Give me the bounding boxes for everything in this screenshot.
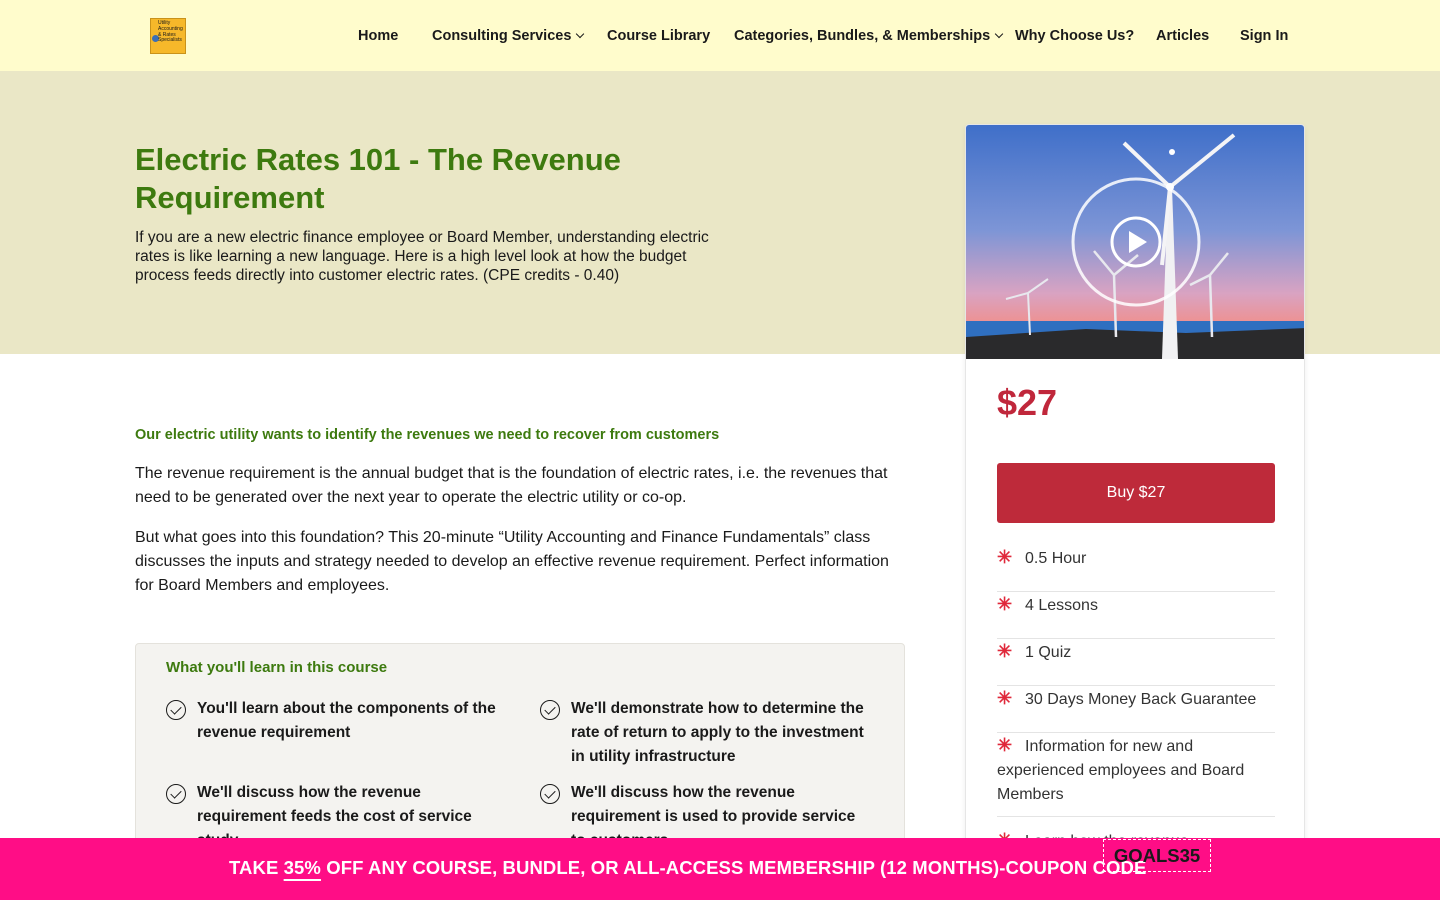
asterisk-icon: ✳ [997,641,1013,661]
page-title: Electric Rates 101 - The Revenue Require… [135,142,621,215]
nav-articles-label: Articles [1156,27,1210,44]
nav-consulting-label: Consulting Services [432,27,572,44]
feature-label: 0.5 Hour [1025,550,1087,567]
promo-text-after: OFF ANY COURSE, BUNDLE, OR ALL-ACCESS ME… [320,857,1147,878]
check-circle-icon [540,700,560,720]
feature-label: 30 Days Money Back Guarantee [1025,691,1257,708]
wind-turbine-image [966,125,1304,359]
chevron-down-icon [994,29,1004,38]
learn-item: We'll demonstrate how to determine the r… [571,700,864,765]
check-circle-icon [166,784,186,804]
feature-label: Information for new and experienced empl… [997,738,1245,803]
feature-item: ✳ 30 Days Money Back Guarantee [997,686,1275,733]
price: $27 [997,382,1058,423]
nav-consulting-services[interactable]: Consulting Services [432,0,585,71]
detail-paragraph: But what goes into this foundation? This… [135,529,889,594]
logo-text: Utility Accounting & Rates Specialists [158,20,183,44]
learn-item: You'll learn about the components of the… [197,700,496,741]
asterisk-icon: ✳ [997,547,1013,567]
nav-categories-label: Categories, Bundles, & Memberships [734,27,991,44]
nav-sign-in-label: Sign In [1240,27,1289,44]
check-circle-icon [540,784,560,804]
promo-text: TAKE 35% OFF ANY COURSE, BUNDLE, OR ALL-… [229,857,1146,879]
nav-why-label: Why Choose Us? [1015,27,1135,44]
feature-label: 1 Quiz [1025,644,1072,661]
asterisk-icon: ✳ [997,735,1013,755]
nav-course-library[interactable]: Course Library [607,0,710,71]
coupon-code[interactable]: GOALS35 [1103,839,1211,872]
promo-text-before: TAKE [229,857,284,878]
nav-home[interactable]: Home [358,0,398,71]
nav-home-label: Home [358,27,399,44]
section-subheading: Our electric utility wants to identify t… [135,427,720,443]
site-logo[interactable]: Utility Accounting & Rates Specialists [150,18,186,54]
feature-item: ✳ 4 Lessons [997,592,1275,639]
feature-item: ✳ Information for new and experienced emp… [997,733,1275,817]
promo-discount: 35% [283,857,321,878]
nav-course-library-label: Course Library [607,27,711,44]
purchase-card: $27 Buy $27 ✳ 0.5 Hour ✳ 4 Lessons ✳ 1 Quiz… [965,124,1305,900]
feature-item: ✳ 0.5 Hour [997,545,1275,592]
intro-paragraph: The revenue requirement is the annual bu… [135,465,888,506]
nav-why-choose-us[interactable]: Why Choose Us? [1015,0,1134,71]
asterisk-icon: ✳ [997,688,1013,708]
nav-categories[interactable]: Categories, Bundles, & Memberships [734,0,1004,71]
course-video-preview[interactable] [966,125,1304,359]
feature-item: ✳ 1 Quiz [997,639,1275,686]
buy-button[interactable]: Buy $27 [997,463,1275,523]
learn-title: What you'll learn in this course [166,659,388,676]
feature-label: 4 Lessons [1025,597,1098,614]
check-circle-icon [166,700,186,720]
asterisk-icon: ✳ [997,594,1013,614]
nav-sign-in[interactable]: Sign In [1240,0,1288,71]
nav-articles[interactable]: Articles [1156,0,1209,71]
chevron-down-icon [576,29,585,38]
top-nav: Utility Accounting & Rates Specialists H… [0,0,1440,71]
course-description: If you are a new electric finance employ… [135,229,709,284]
